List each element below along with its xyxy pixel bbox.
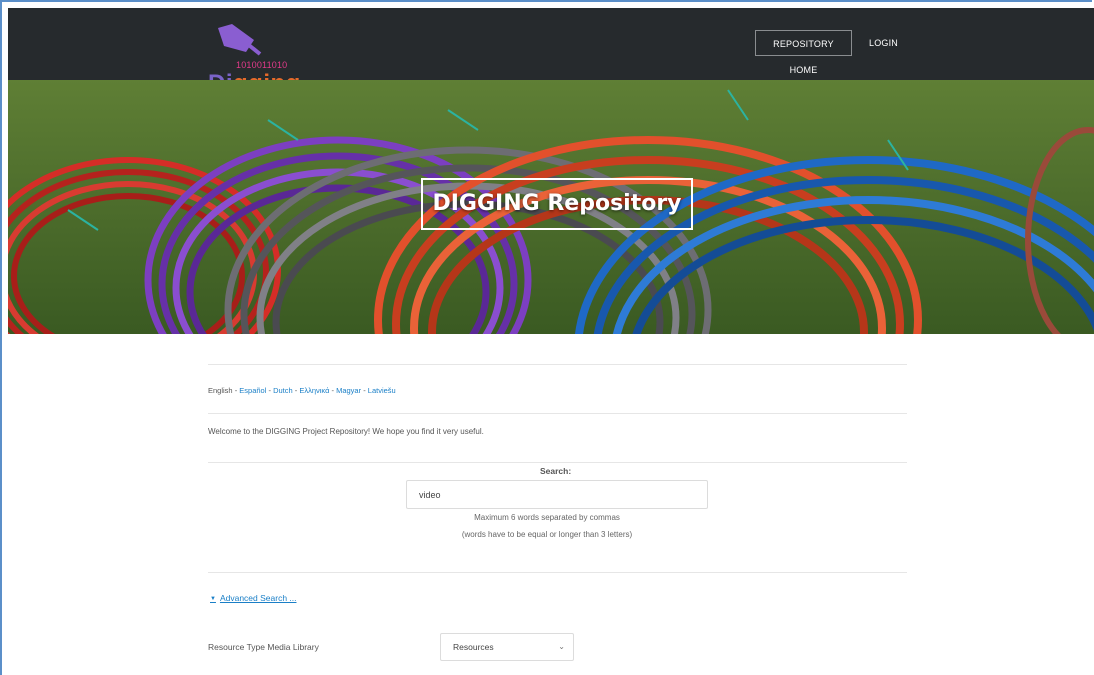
shovel-icon xyxy=(218,24,262,56)
search-input[interactable] xyxy=(406,480,708,509)
language-link-hungarian[interactable]: Magyar xyxy=(336,386,361,395)
divider xyxy=(208,462,907,463)
hero-banner: DIGGING Repository xyxy=(8,80,1094,334)
top-navbar: 1010011010 Digging REPOSITORY HOME LOGIN xyxy=(8,8,1094,97)
logo-binary-text: 1010011010 xyxy=(236,60,288,70)
divider xyxy=(208,572,907,573)
login-link[interactable]: LOGIN xyxy=(861,30,906,56)
advanced-search-toggle[interactable]: ▼ Advanced Search ... xyxy=(210,593,297,603)
advanced-search-label: Advanced Search ... xyxy=(219,593,297,603)
language-current: English xyxy=(208,386,233,395)
resource-type-select[interactable]: Resources ⌄ xyxy=(440,633,574,661)
language-link-dutch[interactable]: Dutch xyxy=(273,386,293,395)
search-help-max-words: Maximum 6 words separated by commas xyxy=(474,513,620,522)
chevron-down-icon: ⌄ xyxy=(558,642,565,651)
divider xyxy=(208,413,907,414)
resource-type-selected: Resources xyxy=(453,642,494,652)
language-link-greek[interactable]: Ελληνικά xyxy=(299,386,329,395)
hero-title: DIGGING Repository xyxy=(421,178,693,230)
divider xyxy=(208,364,907,365)
repository-home-button[interactable]: REPOSITORY HOME xyxy=(755,30,852,75)
search-label: Search: xyxy=(540,466,572,476)
resource-type-label: Resource Type Media Library xyxy=(208,642,319,652)
language-link-spanish[interactable]: Español xyxy=(239,386,266,395)
search-help-min-length: (words have to be equal or longer than 3… xyxy=(461,530,633,539)
language-selector: English - Español - Dutch - Ελληνικά - M… xyxy=(208,386,396,395)
language-link-latvian[interactable]: Latviešu xyxy=(368,386,396,395)
welcome-message: Welcome to the DIGGING Project Repositor… xyxy=(208,427,484,436)
digging-logo[interactable]: 1010011010 Digging xyxy=(208,22,308,97)
triangle-down-icon: ▼ xyxy=(210,596,216,602)
